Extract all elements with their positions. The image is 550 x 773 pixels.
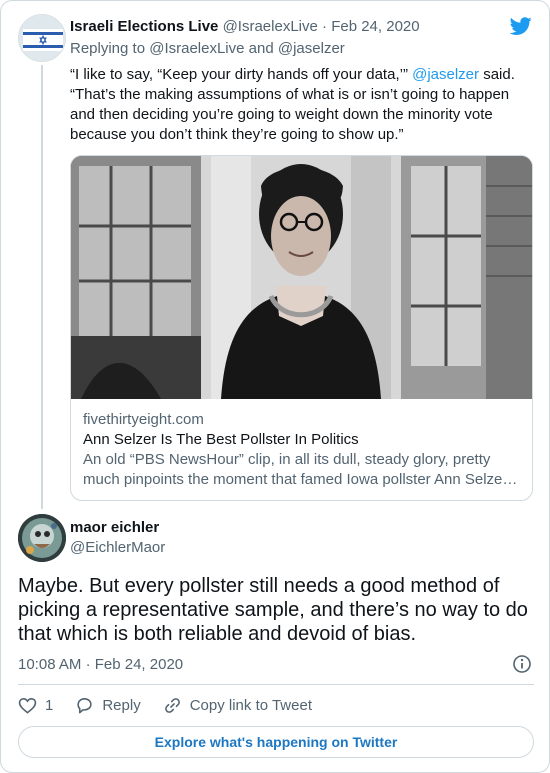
twitter-bird-icon[interactable] <box>509 15 533 37</box>
reply-bubble-icon <box>77 697 92 713</box>
reply-tweet-text: Maybe. But every pollster still needs a … <box>18 575 528 645</box>
like-count: 1 <box>45 696 54 714</box>
like-button[interactable]: 1 <box>18 696 53 715</box>
link-card-meta: fivethirtyeight.com Ann Selzer Is The Be… <box>83 410 523 490</box>
timestamp-separator: · <box>85 656 91 673</box>
reply-timestamp[interactable]: 10:08 AM · Feb 24, 2020 <box>18 655 183 675</box>
copy-link-button[interactable]: Copy link to Tweet <box>163 696 312 715</box>
article-photo <box>71 156 532 399</box>
replying-to-and: and <box>248 40 274 57</box>
israeli-elections-avatar[interactable] <box>18 14 66 62</box>
reply-author-handle[interactable]: @EichlerMaor <box>70 538 165 558</box>
reply-time[interactable]: 10:08 AM <box>18 656 81 673</box>
parent-tweet-date[interactable]: Feb 24, 2020 <box>331 18 419 35</box>
reply-button[interactable]: Reply <box>75 696 141 715</box>
reply-author-name[interactable]: maor eichler <box>70 518 159 538</box>
replying-to-prefix: Replying to <box>70 40 146 57</box>
thread-connector-line <box>41 65 43 509</box>
mention-link[interactable]: @jaselzer <box>412 66 479 83</box>
parent-tweet-header: Israeli Elections Live @IsraelexLive · F… <box>70 17 420 37</box>
explore-twitter-button[interactable]: Explore what's happening on Twitter <box>18 726 534 758</box>
replying-to-line: Replying to @IsraelexLive and @jaselzer <box>70 39 345 59</box>
link-icon <box>164 697 180 713</box>
parent-text-part-1: “I like to say, “Keep your dirty hands o… <box>70 66 413 83</box>
action-divider <box>18 684 534 685</box>
parent-author-handle[interactable]: @IsraelexLive <box>223 18 318 35</box>
parent-tweet-text: “I like to say, “Keep your dirty hands o… <box>70 65 520 145</box>
parent-author-name[interactable]: Israeli Elections Live <box>70 18 218 35</box>
maor-eichler-avatar[interactable] <box>18 514 66 562</box>
replying-to-user-1[interactable]: @IsraelexLive <box>149 40 244 57</box>
header-separator: · <box>322 18 328 35</box>
link-card-description-line-1: An old “PBS NewsHour” clip, in all its d… <box>83 451 491 468</box>
tweet-actions: 1 Reply Copy link to Tweet <box>18 693 334 717</box>
replying-to-user-2[interactable]: @jaselzer <box>278 40 345 57</box>
copy-link-label: Copy link to Tweet <box>189 696 312 714</box>
reply-label: Reply <box>102 696 141 714</box>
link-preview-card[interactable]: fivethirtyeight.com Ann Selzer Is The Be… <box>70 155 533 501</box>
link-card-title: Ann Selzer Is The Best Pollster In Polit… <box>83 431 359 448</box>
reply-date[interactable]: Feb 24, 2020 <box>95 656 183 673</box>
link-card-domain: fivethirtyeight.com <box>83 411 204 428</box>
heart-icon <box>18 697 37 714</box>
link-card-description-line-2: much pinpoints the moment that famed Iow… <box>83 471 518 488</box>
embedded-tweet-card: Israeli Elections Live @IsraelexLive · F… <box>0 0 550 773</box>
info-icon[interactable] <box>512 654 532 674</box>
